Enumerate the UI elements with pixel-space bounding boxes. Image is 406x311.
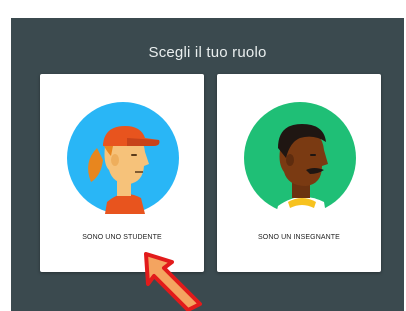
student-role-label: SONO UNO STUDENTE xyxy=(82,234,162,241)
teacher-avatar-icon xyxy=(244,102,356,214)
student-role-card[interactable]: SONO UNO STUDENTE xyxy=(40,74,204,272)
dialog-title: Scegli il tuo ruolo xyxy=(148,44,267,61)
pointer-arrow-icon xyxy=(144,252,202,311)
page: Scegli il tuo ruolo SONO UNO STUDENTE SO… xyxy=(0,0,406,311)
student-avatar-icon xyxy=(67,102,179,214)
teacher-role-label: SONO UN INSEGNANTE xyxy=(258,234,340,241)
teacher-role-card[interactable]: SONO UN INSEGNANTE xyxy=(217,74,381,272)
